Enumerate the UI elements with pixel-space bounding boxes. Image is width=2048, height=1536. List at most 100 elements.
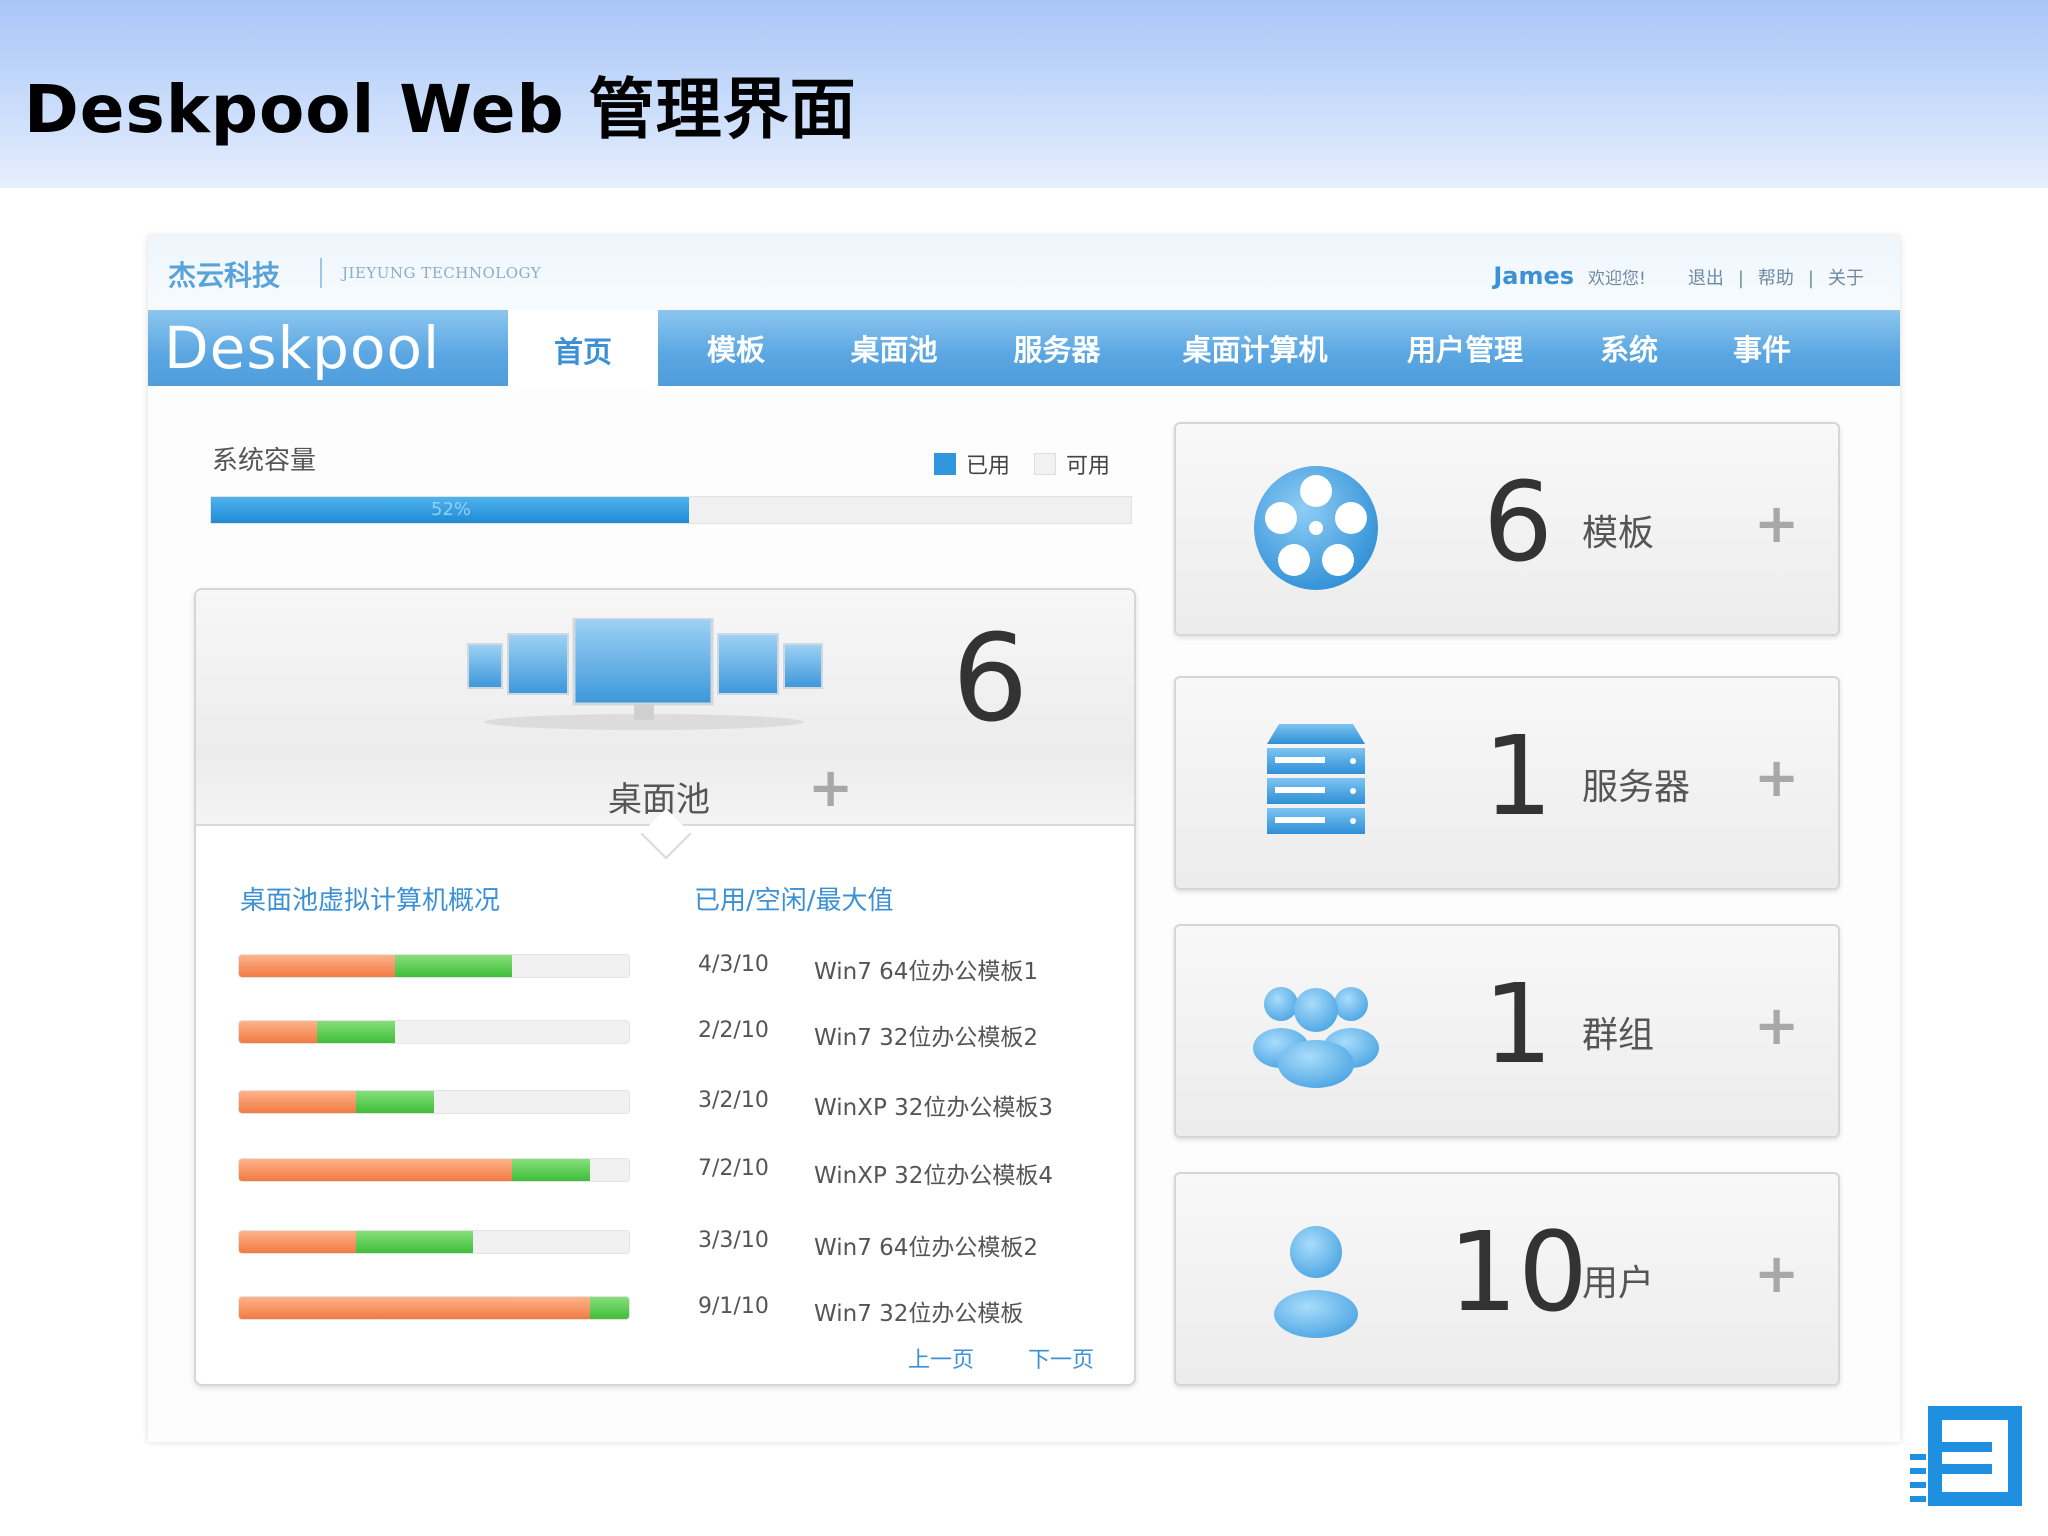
vm-idle-segment: [512, 1159, 590, 1181]
add-group-button[interactable]: +: [1754, 994, 1799, 1057]
vm-usage-bar: [238, 1158, 630, 1182]
groups-card: 1 群组 +: [1174, 924, 1840, 1138]
company-divider: [320, 258, 322, 288]
legend-free-label: 可用: [1066, 454, 1111, 479]
welcome-text: 欢迎您!: [1588, 269, 1646, 289]
vm-usage-bar: [238, 954, 630, 978]
vm-usage-row: 2/2/10 Win7 32位办公模板2: [238, 1012, 1098, 1052]
vm-ratio: 7/2/10: [698, 1156, 769, 1181]
capacity-progress-fill: 52%: [211, 497, 690, 523]
username: James: [1493, 262, 1575, 290]
pool-vm-list-title: 桌面池虚拟计算机概况: [240, 886, 501, 916]
vm-template-name[interactable]: Win7 32位办公模板2: [814, 1018, 1038, 1052]
company-name-en: JIEYUNG TECHNOLOGY: [342, 264, 542, 282]
vm-template-name[interactable]: WinXP 32位办公模板3: [814, 1088, 1053, 1122]
brand-logo[interactable]: Deskpool: [164, 314, 440, 382]
nav-tab-desktop-pools[interactable]: 桌面池: [814, 310, 974, 386]
servers-card: 1 服务器 +: [1174, 676, 1840, 890]
vm-template-name[interactable]: Win7 64位办公模板2: [814, 1228, 1038, 1262]
vm-usage-bar: [238, 1296, 630, 1320]
vm-usage-row: 7/2/10 WinXP 32位办公模板4: [238, 1150, 1098, 1190]
company-name: 杰云科技: [168, 259, 281, 292]
vm-idle-segment: [395, 955, 512, 977]
servers-label: 服务器: [1582, 767, 1691, 808]
vm-idle-segment: [356, 1231, 473, 1253]
logout-link[interactable]: 退出: [1688, 264, 1724, 290]
users-count: 10: [1448, 1208, 1588, 1336]
capacity-percent: 52%: [431, 499, 472, 520]
desktop-pool-summary: 6 桌面池 +: [196, 590, 1134, 826]
next-page-link[interactable]: 下一页: [1028, 1342, 1094, 1374]
nav-tab-desktops[interactable]: 桌面计算机: [1140, 310, 1370, 386]
nav-tab-user-management[interactable]: 用户管理: [1370, 310, 1560, 386]
nav-tab-events[interactable]: 事件: [1698, 310, 1826, 386]
nav-tab-home[interactable]: 首页: [508, 310, 658, 390]
corner-logo-icon: [1910, 1406, 2022, 1506]
vm-ratio: 3/3/10: [698, 1228, 769, 1253]
vm-usage-bar: [238, 1230, 630, 1254]
vm-idle-segment: [590, 1297, 629, 1319]
nav-tabs: 首页 模板 桌面池 服务器 桌面计算机 用户管理 系统 事件: [508, 310, 1826, 390]
vm-used-segment: [239, 1231, 356, 1253]
add-user-button[interactable]: +: [1754, 1242, 1799, 1305]
link-separator: |: [1737, 268, 1744, 289]
vm-usage-row: 3/3/10 Win7 64位办公模板2: [238, 1222, 1098, 1262]
pool-ratio-title: 已用/空闲/最大值: [694, 886, 894, 916]
server-icon: [1246, 712, 1386, 852]
templates-label: 模板: [1582, 513, 1655, 554]
vm-used-segment: [239, 1021, 317, 1043]
vm-used-segment: [239, 1091, 356, 1113]
slide-header: Deskpool Web 管理界面: [0, 0, 2048, 188]
vm-usage-row: 4/3/10 Win7 64位办公模板1: [238, 946, 1098, 986]
vm-usage-row: 3/2/10 WinXP 32位办公模板3: [238, 1082, 1098, 1122]
nav-tab-servers[interactable]: 服务器: [974, 310, 1140, 386]
groups-label: 群组: [1582, 1015, 1655, 1056]
capacity-label: 系统容量: [212, 446, 317, 476]
film-reel-icon: [1246, 458, 1386, 598]
add-template-button[interactable]: +: [1754, 492, 1799, 555]
vm-template-name[interactable]: WinXP 32位办公模板4: [814, 1156, 1053, 1190]
legend-used-label: 已用: [966, 454, 1011, 479]
templates-count: 6: [1483, 458, 1553, 586]
app-topbar: 杰云科技 JIEYUNG TECHNOLOGY James 欢迎您! 退出 | …: [148, 236, 1900, 310]
add-server-button[interactable]: +: [1754, 746, 1799, 809]
vm-ratio: 3/2/10: [698, 1088, 769, 1113]
prev-page-link[interactable]: 上一页: [908, 1342, 974, 1374]
templates-card: 6 模板 +: [1174, 422, 1840, 636]
legend-used-swatch: [934, 453, 956, 475]
vm-usage-row: 9/1/10 Win7 32位办公模板: [238, 1288, 1098, 1328]
add-desktop-pool-button[interactable]: +: [808, 756, 853, 819]
link-separator: |: [1807, 268, 1814, 289]
about-link[interactable]: 关于: [1828, 264, 1864, 290]
users-card: 10 用户 +: [1174, 1172, 1840, 1386]
nav-tab-templates[interactable]: 模板: [658, 310, 814, 386]
groups-count: 1: [1483, 960, 1553, 1088]
users-label: 用户: [1582, 1263, 1655, 1304]
monitors-icon: [467, 618, 823, 730]
nav-tab-system[interactable]: 系统: [1560, 310, 1698, 386]
deskpool-app: 杰云科技 JIEYUNG TECHNOLOGY James 欢迎您! 退出 | …: [148, 236, 1900, 1442]
desktop-pool-card: 6 桌面池 + 桌面池虚拟计算机概况 已用/空闲/最大值 4/3/10 Win7 …: [194, 588, 1136, 1386]
user-icon: [1246, 1208, 1386, 1348]
servers-count: 1: [1483, 712, 1553, 840]
vm-used-segment: [239, 1297, 590, 1319]
vm-template-name[interactable]: Win7 64位办公模板1: [814, 952, 1038, 986]
group-icon: [1246, 960, 1386, 1100]
vm-usage-bar: [238, 1090, 630, 1114]
capacity-legend: 已用 可用: [934, 448, 1110, 480]
slide-title: Deskpool Web 管理界面: [24, 71, 857, 148]
vm-ratio: 4/3/10: [698, 952, 769, 977]
desktop-pool-count: 6: [952, 610, 1029, 749]
vm-idle-segment: [317, 1021, 395, 1043]
user-box: James 欢迎您! 退出 | 帮助 | 关于: [1493, 262, 1864, 290]
vm-ratio: 2/2/10: [698, 1018, 769, 1043]
capacity-progress-bar: 52%: [210, 496, 1132, 524]
vm-used-segment: [239, 1159, 512, 1181]
main-nav: Deskpool 首页 模板 桌面池 服务器 桌面计算机 用户管理 系统 事件: [148, 310, 1900, 390]
vm-used-segment: [239, 955, 395, 977]
vm-template-name[interactable]: Win7 32位办公模板: [814, 1294, 1023, 1328]
vm-ratio: 9/1/10: [698, 1294, 769, 1319]
help-link[interactable]: 帮助: [1758, 264, 1794, 290]
vm-idle-segment: [356, 1091, 434, 1113]
vm-usage-bar: [238, 1020, 630, 1044]
